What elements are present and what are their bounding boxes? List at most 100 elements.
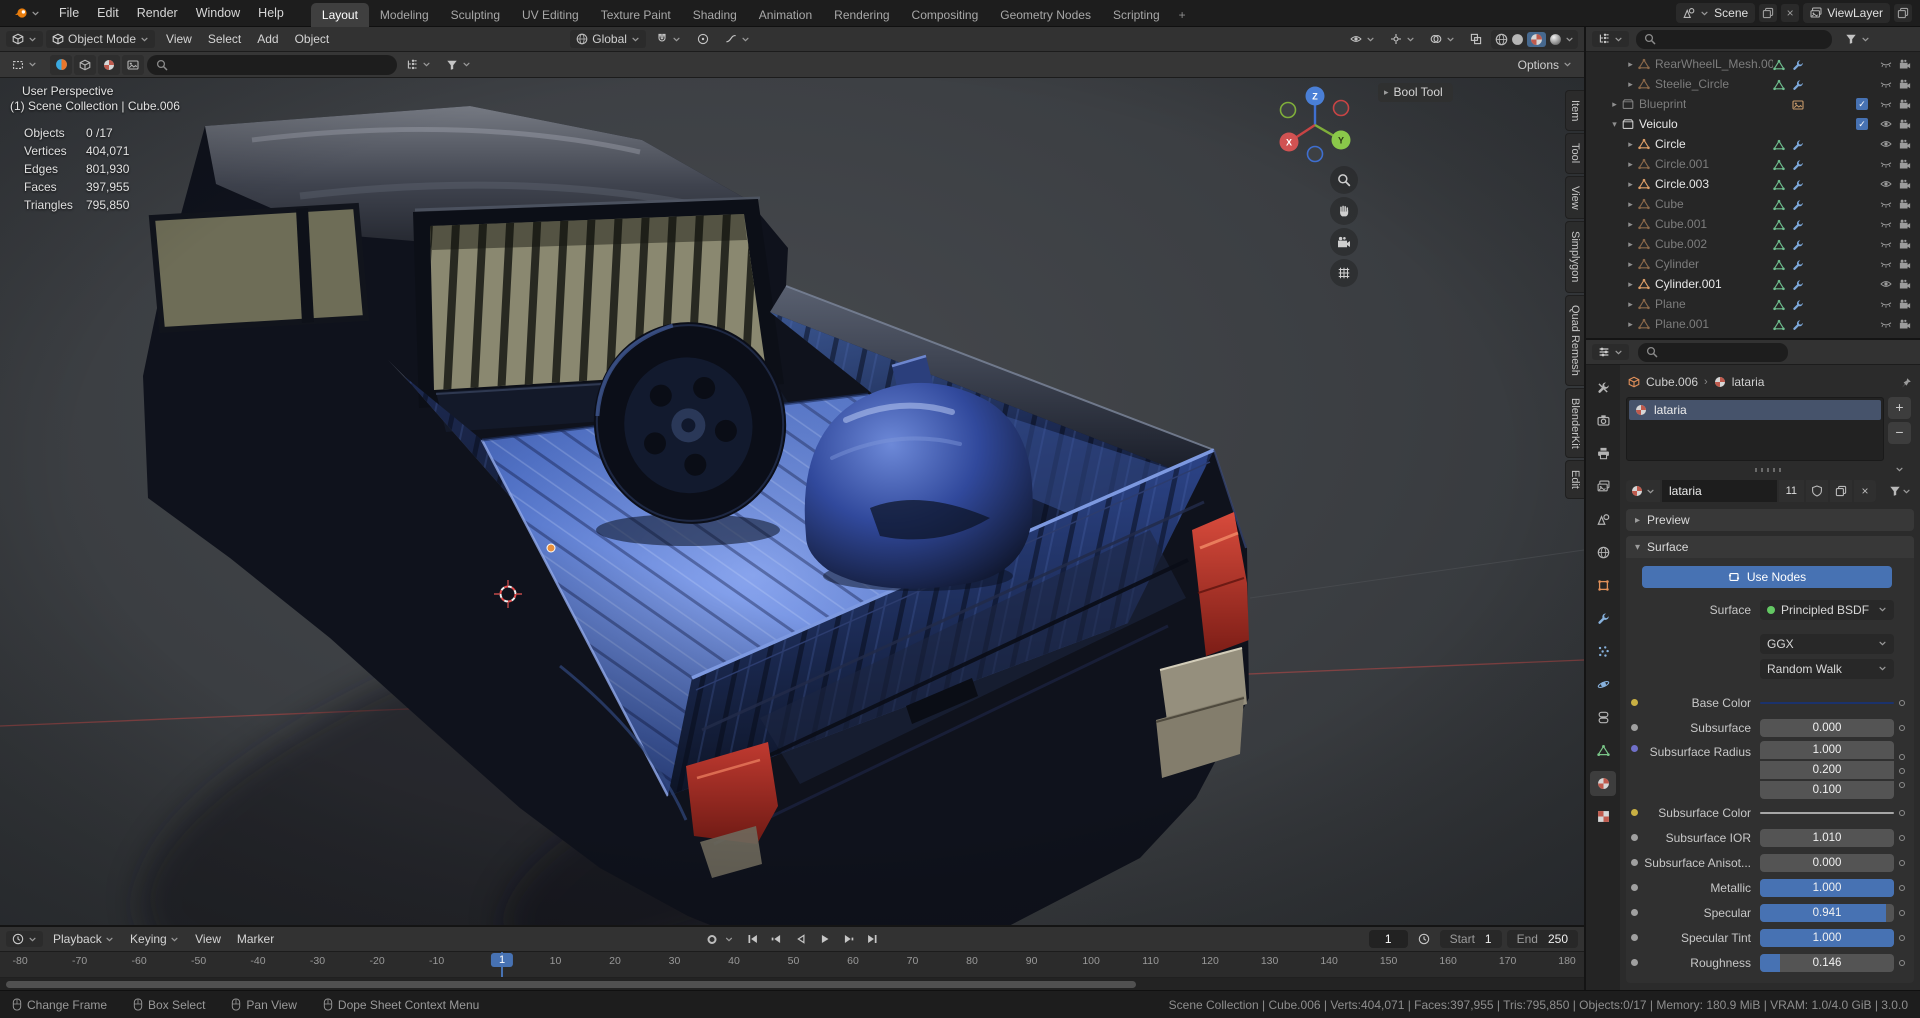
view-layer-selector[interactable]: ViewLayer	[1803, 3, 1890, 23]
outliner-item-circle-001[interactable]: ▸ Circle.001	[1586, 154, 1920, 174]
expand-arrow-icon[interactable]: ▸	[1624, 219, 1637, 230]
properties-tab-texture[interactable]	[1590, 804, 1616, 829]
proportional-falloff-dropdown[interactable]	[719, 31, 756, 47]
expand-arrow-icon[interactable]: ▸	[1624, 159, 1637, 170]
play-reverse-button[interactable]	[790, 930, 812, 948]
3d-viewport[interactable]: User Perspective (1) Scene Collection | …	[0, 78, 1584, 925]
editor-type-button[interactable]	[6, 31, 43, 47]
value-slider-specular[interactable]: 0.941	[1760, 903, 1894, 922]
animate-decorator[interactable]	[1894, 690, 1910, 715]
next-keyframe-button[interactable]	[838, 930, 860, 948]
camera-restrict-icon[interactable]	[1895, 218, 1914, 230]
sidebar-tab-item[interactable]: Item	[1565, 90, 1584, 132]
camera-restrict-icon[interactable]	[1895, 238, 1914, 250]
animate-decorator[interactable]	[1894, 800, 1910, 825]
timeline-menu-marker[interactable]: Marker	[229, 929, 282, 949]
expand-arrow-icon[interactable]: ▸	[1624, 139, 1637, 150]
object-visibility-dropdown[interactable]	[1344, 31, 1381, 47]
add-workspace-button[interactable]: +	[1171, 3, 1194, 27]
properties-tab-scene[interactable]	[1590, 507, 1616, 532]
outliner-item-veiculo[interactable]: ▾ Veiculo ✓	[1586, 114, 1920, 134]
bool-tool-panel-header[interactable]: ▸ Bool Tool	[1378, 83, 1453, 102]
camera-view-icon[interactable]	[1330, 228, 1358, 256]
properties-tab-physics[interactable]	[1590, 672, 1616, 697]
properties-tab-tool[interactable]	[1590, 375, 1616, 400]
properties-tab-render[interactable]	[1590, 408, 1616, 433]
ortho-grid-icon[interactable]	[1330, 259, 1358, 287]
distribution-dropdown[interactable]: GGX	[1760, 633, 1894, 654]
add-material-slot-button[interactable]: +	[1888, 397, 1911, 419]
expand-arrow-icon[interactable]: ▸	[1624, 319, 1637, 330]
number-field-subsurface-radius-0[interactable]: 1.000	[1760, 741, 1894, 759]
menu-render[interactable]: Render	[128, 2, 187, 24]
value-slider-subsurface-anisot-[interactable]: 0.000	[1760, 853, 1894, 872]
workspace-tab-shading[interactable]: Shading	[682, 3, 748, 27]
navigation-gizmo[interactable]: Z X Y	[1268, 78, 1362, 172]
outliner-item-blueprint[interactable]: ▸ Blueprint ✓	[1586, 94, 1920, 114]
menu-window[interactable]: Window	[187, 2, 249, 24]
outliner-item-cube-001[interactable]: ▸ Cube.001	[1586, 214, 1920, 234]
camera-restrict-icon[interactable]	[1895, 258, 1914, 270]
properties-tab-material[interactable]	[1590, 771, 1616, 796]
xray-toggle[interactable]	[1464, 31, 1488, 47]
shading-wireframe-icon[interactable]	[1495, 32, 1508, 46]
auto-keying-toggle[interactable]	[701, 930, 723, 948]
camera-restrict-icon[interactable]	[1895, 198, 1914, 210]
expand-arrow-icon[interactable]: ▸	[1624, 279, 1637, 290]
value-slider-subsurface[interactable]: 0.000	[1760, 718, 1894, 737]
expand-arrow-icon[interactable]: ▸	[1624, 59, 1637, 70]
camera-restrict-icon[interactable]	[1895, 138, 1914, 150]
play-button[interactable]	[814, 930, 836, 948]
color-swatch-subsurface-color[interactable]	[1760, 811, 1894, 814]
display-mode-dropdown[interactable]	[400, 57, 437, 73]
outliner-item-rearwheell-mesh-001[interactable]: ▸ RearWheelL_Mesh.001	[1586, 54, 1920, 74]
new-scene-button[interactable]	[1759, 4, 1778, 22]
animate-decorator[interactable]	[1894, 741, 1910, 800]
mode-dropdown[interactable]: Object Mode	[46, 30, 156, 48]
asset-brush-icon[interactable]	[122, 54, 144, 75]
eye-open-icon[interactable]	[1876, 138, 1895, 150]
active-tool-button[interactable]	[6, 57, 43, 73]
animate-decorator[interactable]	[1894, 875, 1910, 900]
viewport-menu-object[interactable]: Object	[287, 29, 338, 49]
asset-search-input[interactable]	[147, 54, 397, 75]
surface-section-header[interactable]: ▾ Surface	[1626, 536, 1914, 558]
properties-tab-view-layer[interactable]	[1590, 474, 1616, 499]
number-field-subsurface-radius-2[interactable]: 0.100	[1760, 781, 1894, 799]
timeline-scrollbar[interactable]	[0, 978, 1584, 990]
asset-material-icon[interactable]	[98, 54, 120, 75]
playhead-frame-badge[interactable]: 1	[490, 953, 514, 967]
camera-restrict-icon[interactable]	[1895, 158, 1914, 170]
blenderkit-logo-icon[interactable]	[50, 54, 72, 75]
remove-material-slot-button[interactable]: −	[1888, 422, 1911, 444]
transform-orientation-dropdown[interactable]: Global	[570, 30, 646, 48]
eye-closed-icon[interactable]	[1876, 58, 1895, 70]
subsurface-method-dropdown[interactable]: Random Walk	[1760, 658, 1894, 679]
sidebar-tab-view[interactable]: View	[1565, 175, 1584, 220]
jump-to-start-button[interactable]	[742, 930, 764, 948]
outliner-filter-icon[interactable]	[1839, 31, 1876, 47]
fake-user-shield-icon[interactable]	[1806, 480, 1828, 502]
outliner-item-circle-003[interactable]: ▸ Circle.003	[1586, 174, 1920, 194]
workspace-tab-modeling[interactable]: Modeling	[369, 3, 440, 27]
properties-tab-constraints[interactable]	[1590, 705, 1616, 730]
browse-material-dropdown[interactable]	[1626, 480, 1660, 502]
properties-tab-world[interactable]	[1590, 540, 1616, 565]
zoom-icon[interactable]	[1330, 166, 1358, 194]
eye-closed-icon[interactable]	[1876, 158, 1895, 170]
sidebar-tab-blenderkit[interactable]: BlenderKit	[1565, 387, 1584, 459]
eye-closed-icon[interactable]	[1876, 238, 1895, 250]
number-field-subsurface-radius-1[interactable]: 0.200	[1760, 761, 1894, 779]
timeline-editor-type-button[interactable]	[6, 931, 43, 947]
filter-dropdown[interactable]	[440, 57, 477, 73]
workspace-tab-animation[interactable]: Animation	[748, 3, 823, 27]
camera-restrict-icon[interactable]	[1895, 118, 1914, 130]
timeline-menu-view[interactable]: View	[187, 929, 229, 949]
expand-arrow-icon[interactable]: ▸	[1624, 259, 1637, 270]
outliner-item-cube-002[interactable]: ▸ Cube.002	[1586, 234, 1920, 254]
workspace-tab-scripting[interactable]: Scripting	[1102, 3, 1171, 27]
snap-toggle[interactable]	[650, 31, 687, 47]
properties-tab-object-data[interactable]	[1590, 738, 1616, 763]
outliner-item-circle[interactable]: ▸ Circle	[1586, 134, 1920, 154]
frame-start-field[interactable]: Start 1	[1439, 930, 1502, 948]
